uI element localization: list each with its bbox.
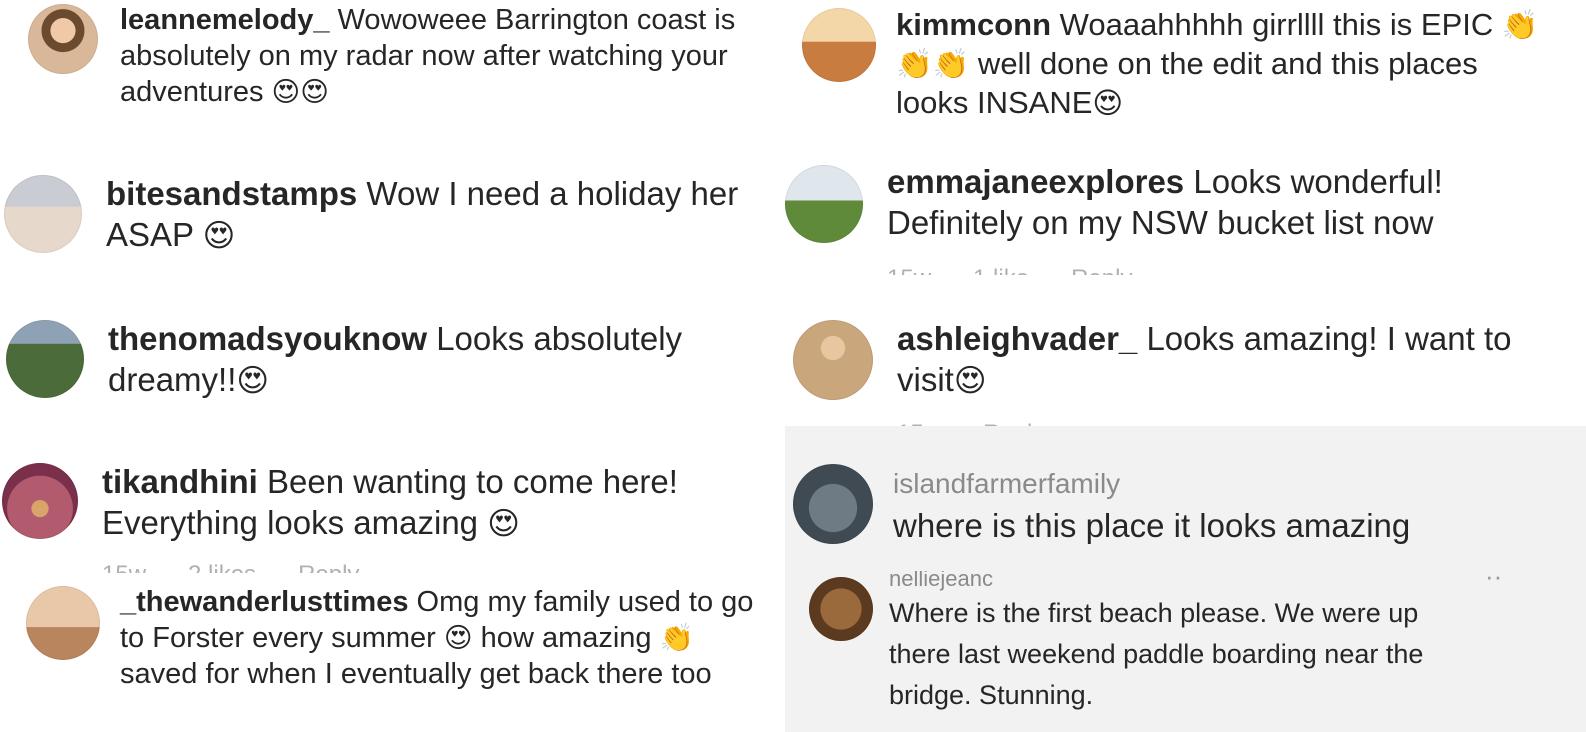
avatar[interactable] bbox=[28, 4, 98, 74]
comment-body-part2: well done on the edit and this places lo… bbox=[896, 46, 1478, 120]
comment-leannemelody: leannemelody_ Wowoweee Barrington coast … bbox=[0, 0, 780, 130]
tiktok-comment-panel: islandfarmerfamily where is this place i… bbox=[785, 426, 1586, 732]
timestamp: 15w bbox=[897, 418, 941, 426]
comment-body-part3: saved for when I eventually get back the… bbox=[120, 658, 712, 690]
comment-meta: 15w 2 likes Reply bbox=[102, 559, 780, 573]
comment-body: where is this place it looks amazing bbox=[893, 507, 1411, 544]
comment-text: _thewanderlusttimes Omg my family used t… bbox=[120, 584, 760, 692]
emoji: 😍 bbox=[487, 506, 520, 541]
comment-username[interactable]: leannemelody_ bbox=[120, 4, 330, 36]
avatar[interactable] bbox=[793, 464, 873, 544]
comment-ashleighvader: ashleighvader_ Looks amazing! I want to … bbox=[785, 310, 1586, 426]
more-options-icon[interactable]: ·· bbox=[1485, 571, 1502, 592]
emoji: 😍 bbox=[1092, 87, 1124, 120]
comment-username[interactable]: nelliejeanc bbox=[889, 571, 1449, 593]
avatar[interactable] bbox=[6, 320, 84, 398]
comment-tikandhini: tikandhini Been wanting to come here! Ev… bbox=[0, 455, 780, 580]
comment-text: thenomadsyouknow Looks absolutely dreamy… bbox=[108, 318, 748, 401]
avatar[interactable] bbox=[802, 8, 876, 82]
reply-link[interactable]: Reply bbox=[1071, 263, 1132, 275]
comment-thewanderlusttimes: _thewanderlusttimes Omg my family used t… bbox=[0, 578, 790, 732]
emoji: 😍 bbox=[236, 363, 270, 398]
comment-username[interactable]: tikandhini bbox=[102, 463, 258, 500]
comment-kimmconn: kimmconn Woaaahhhhh girrllll this is EPI… bbox=[790, 0, 1586, 140]
reply-link[interactable]: Reply bbox=[983, 418, 1044, 426]
comment-meta: 15w Reply bbox=[897, 418, 1586, 426]
comment-text: ashleighvader_ Looks amazing! I want to … bbox=[897, 318, 1567, 401]
comment-nelliejeanc: ·· nelliejeanc Where is the first beach … bbox=[785, 571, 1586, 732]
comment-text: bitesandstamps Wow I need a holiday her A… bbox=[106, 173, 786, 256]
comment-thenomadsyouknow: thenomadsyouknow Looks absolutely dreamy… bbox=[0, 310, 780, 420]
comment-text: islandfarmerfamily where is this place i… bbox=[893, 466, 1553, 550]
avatar[interactable] bbox=[793, 320, 873, 400]
comment-body: Wow I need a holiday her bbox=[357, 175, 739, 212]
comment-username[interactable]: emmajaneexplores bbox=[887, 163, 1184, 200]
avatar[interactable] bbox=[785, 165, 863, 243]
emoji: 😍😍 bbox=[271, 76, 329, 107]
timestamp: 15w bbox=[887, 263, 931, 275]
emoji: 😍 bbox=[202, 218, 236, 253]
likes-count[interactable]: 1 like bbox=[973, 263, 1029, 275]
comment-username[interactable]: _thewanderlusttimes bbox=[120, 586, 408, 618]
comment-username[interactable]: islandfarmerfamily bbox=[893, 466, 1553, 502]
comment-bitesandstamps: bitesandstamps Wow I need a holiday her A… bbox=[0, 165, 790, 275]
clap-emoji: 👏 bbox=[659, 622, 694, 653]
comment-username[interactable]: kimmconn bbox=[896, 7, 1051, 42]
comment-username[interactable]: ashleighvader_ bbox=[897, 320, 1137, 357]
emoji: 😍 bbox=[953, 363, 987, 398]
avatar[interactable] bbox=[809, 577, 873, 641]
comment-text: emmajaneexplores Looks wonderful! Defini… bbox=[887, 161, 1547, 243]
comment-username[interactable]: bitesandstamps bbox=[106, 175, 357, 212]
comment-body-line2: ASAP bbox=[106, 216, 203, 253]
reply-link[interactable]: Reply bbox=[298, 559, 359, 573]
comment-body-part2: how amazing bbox=[472, 622, 660, 654]
comment-emmajaneexplores: emmajaneexplores Looks wonderful! Defini… bbox=[785, 155, 1586, 275]
comment-body: Where is the first beach please. We were… bbox=[889, 598, 1424, 710]
comment-text: kimmconn Woaaahhhhh girrllll this is EPI… bbox=[896, 6, 1556, 123]
comment-text: leannemelody_ Wowoweee Barrington coast … bbox=[120, 2, 760, 110]
avatar[interactable] bbox=[4, 175, 82, 253]
comment-username[interactable]: thenomadsyouknow bbox=[108, 320, 427, 357]
comment-text: nelliejeanc Where is the first beach ple… bbox=[889, 571, 1449, 716]
timestamp: 15w bbox=[102, 559, 146, 573]
avatar[interactable] bbox=[2, 463, 78, 539]
comment-body: Woaaahhhhh girrllll this is EPIC bbox=[1051, 7, 1502, 42]
comment-text: tikandhini Been wanting to come here! Ev… bbox=[102, 461, 762, 544]
comment-meta: 15w 1 like Reply bbox=[887, 263, 1586, 275]
avatar[interactable] bbox=[26, 586, 100, 660]
comment-islandfarmerfamily: islandfarmerfamily where is this place i… bbox=[785, 426, 1586, 571]
emoji: 😍 bbox=[443, 622, 473, 653]
likes-count[interactable]: 2 likes bbox=[188, 559, 256, 573]
